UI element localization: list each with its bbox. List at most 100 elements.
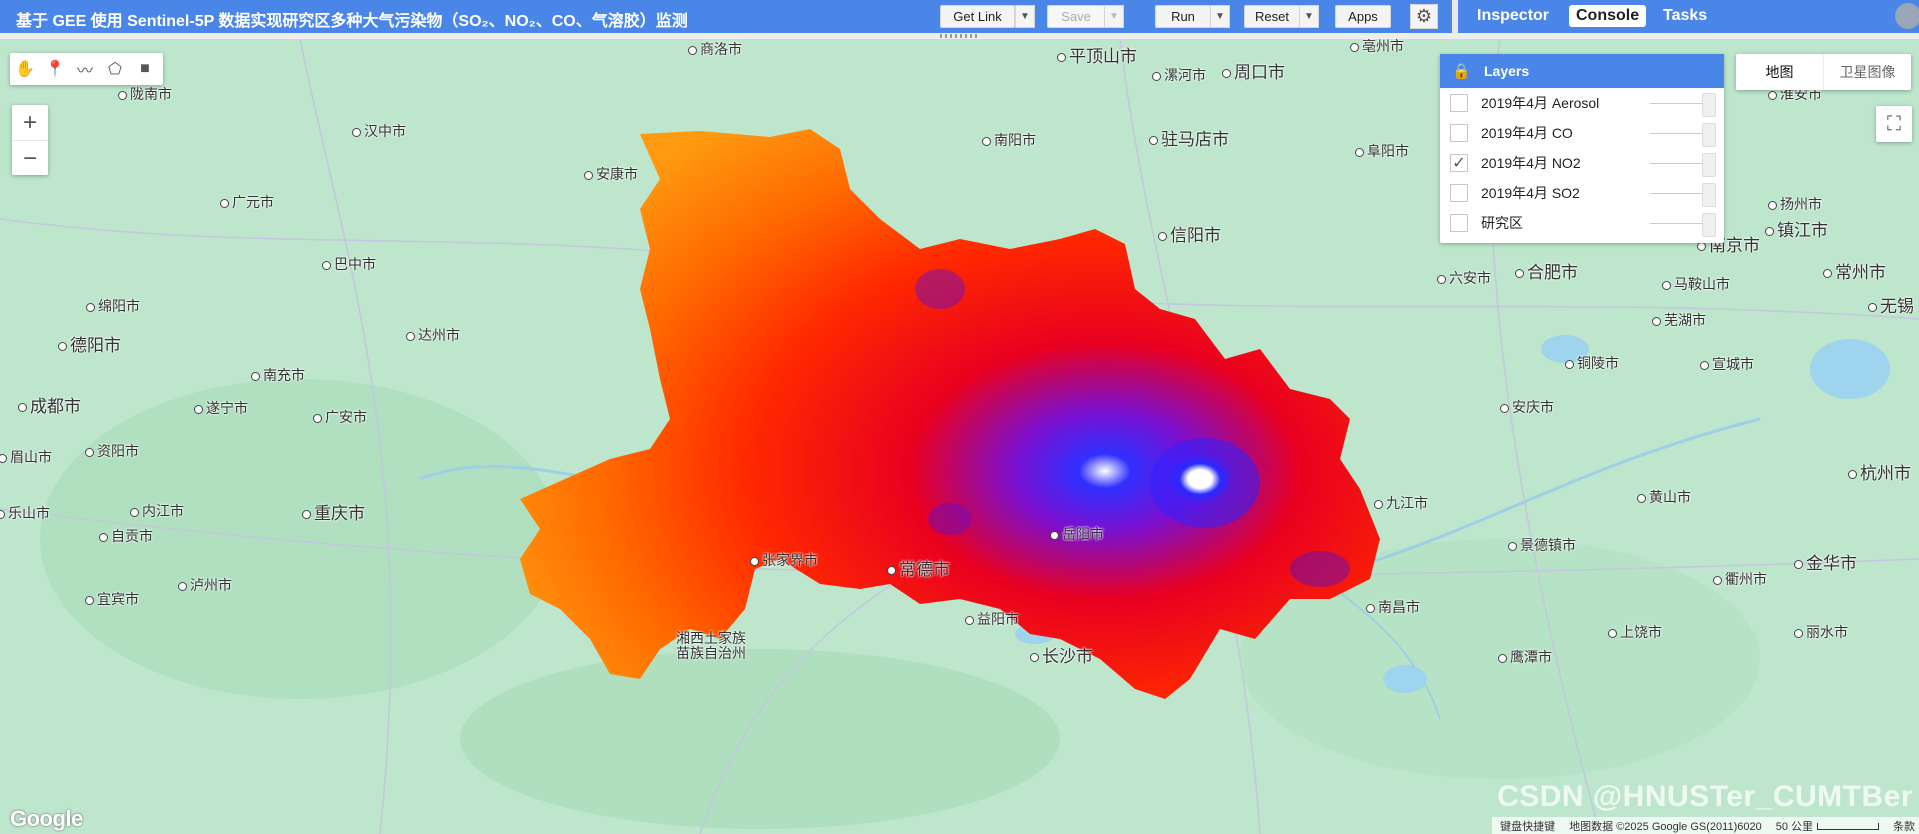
city-label: 长沙市 xyxy=(1030,642,1093,667)
city-label: 重庆市 xyxy=(302,499,365,524)
opacity-slider[interactable] xyxy=(1650,193,1705,194)
right-panel-tabs: Inspector Console Tasks xyxy=(1452,0,1919,33)
map-attribution: 地图数据 ©2025 Google GS(2011)6020 xyxy=(1569,820,1762,833)
map-type-map-button[interactable]: 地图 xyxy=(1736,54,1824,90)
city-label: 眉山市 xyxy=(0,447,52,467)
city-label: 常德市 xyxy=(887,555,950,580)
layers-panel: 🔒 Layers 2019年4月 Aerosol 2019年4月 CO ✓ 20… xyxy=(1440,54,1724,243)
run-button[interactable]: Run xyxy=(1155,5,1211,28)
city-label: 镇江市 xyxy=(1765,216,1828,241)
layer-checkbox[interactable] xyxy=(1450,214,1468,232)
layer-row: 2019年4月 CO xyxy=(1440,118,1724,148)
opacity-slider[interactable] xyxy=(1650,103,1705,104)
opacity-slider-thumb[interactable] xyxy=(1702,123,1716,147)
city-label: 驻马店市 xyxy=(1149,125,1229,150)
city-label: 南昌市 xyxy=(1366,597,1420,617)
scale-indicator: 50 公里 xyxy=(1776,818,1879,834)
city-label: 成都市 xyxy=(18,392,81,417)
reset-button[interactable]: Reset xyxy=(1244,5,1300,28)
layer-checkbox[interactable] xyxy=(1450,124,1468,142)
city-label: 安庆市 xyxy=(1500,397,1554,417)
terms-link[interactable]: 条款 xyxy=(1893,818,1915,834)
get-link-dropdown-icon[interactable]: ▼ xyxy=(1015,5,1035,28)
layers-header[interactable]: 🔒 Layers xyxy=(1440,54,1724,88)
hand-icon[interactable]: ✋ xyxy=(10,53,40,85)
drawing-tools: ✋ 📍 〰 ⬠ ■ xyxy=(10,53,163,85)
zoom-in-button[interactable]: + xyxy=(12,105,48,141)
city-label: 亳州市 xyxy=(1350,39,1404,56)
lock-icon[interactable]: 🔒 xyxy=(1452,62,1471,80)
opacity-slider[interactable] xyxy=(1650,223,1705,224)
get-link-button[interactable]: Get Link xyxy=(940,5,1015,28)
city-label: 鹰潭市 xyxy=(1498,647,1552,667)
city-label: 绵阳市 xyxy=(86,296,140,316)
city-label: 德阳市 xyxy=(58,331,121,356)
polygon-icon[interactable]: ⬠ xyxy=(100,53,130,85)
city-label: 陇南市 xyxy=(118,84,172,104)
city-label: 无锡 xyxy=(1868,292,1914,317)
polyline-icon[interactable]: 〰 xyxy=(70,53,100,85)
marker-icon[interactable]: 📍 xyxy=(40,53,70,85)
layer-name: 2019年4月 CO xyxy=(1481,125,1573,141)
city-label: 巴中市 xyxy=(322,254,376,274)
splitter-grip-icon[interactable] xyxy=(940,34,980,38)
city-label: 泸州市 xyxy=(178,575,232,595)
city-label: 商洛市 xyxy=(688,39,742,59)
opacity-slider-thumb[interactable] xyxy=(1702,153,1716,177)
city-label: 达州市 xyxy=(406,325,460,345)
zoom-control: + − xyxy=(12,105,48,175)
layer-checkbox[interactable] xyxy=(1450,184,1468,202)
city-label: 汉中市 xyxy=(352,121,406,141)
city-label: 九江市 xyxy=(1374,493,1428,513)
city-label: 广安市 xyxy=(313,407,367,427)
gear-icon[interactable]: ⚙ xyxy=(1410,4,1438,29)
city-label: 张家界市 xyxy=(750,550,818,570)
city-label: 益阳市 xyxy=(965,609,1019,629)
save-button[interactable]: Save xyxy=(1047,5,1105,28)
opacity-slider[interactable] xyxy=(1650,133,1705,134)
city-label: 资阳市 xyxy=(85,441,139,461)
map-type-satellite-button[interactable]: 卫星图像 xyxy=(1824,54,1911,90)
layers-title: Layers xyxy=(1484,63,1530,79)
city-label: 芜湖市 xyxy=(1652,310,1706,330)
google-logo: Google xyxy=(10,806,83,831)
city-label: 合肥市 xyxy=(1515,258,1578,283)
checkmark-icon: ✓ xyxy=(1452,155,1466,172)
city-label: 六安市 xyxy=(1437,268,1491,288)
city-label: 马鞍山市 xyxy=(1662,274,1730,294)
opacity-slider-thumb[interactable] xyxy=(1702,183,1716,207)
city-label: 平顶山市 xyxy=(1057,42,1137,67)
city-label: 衢州市 xyxy=(1713,569,1767,589)
city-label: 岳阳市 xyxy=(1050,524,1104,544)
script-title: 基于 GEE 使用 Sentinel-5P 数据实现研究区多种大气污染物（SO₂… xyxy=(16,13,688,30)
opacity-slider-thumb[interactable] xyxy=(1702,213,1716,237)
layer-checkbox[interactable]: ✓ xyxy=(1450,154,1468,172)
layer-name: 2019年4月 Aerosol xyxy=(1481,95,1600,111)
run-dropdown-icon[interactable]: ▼ xyxy=(1210,5,1230,28)
apps-button[interactable]: Apps xyxy=(1335,5,1391,28)
city-label: 宣城市 xyxy=(1700,354,1754,374)
city-label: 信阳市 xyxy=(1158,221,1221,246)
city-label: 广元市 xyxy=(220,192,274,212)
tab-tasks[interactable]: Tasks xyxy=(1656,5,1714,27)
tab-inspector[interactable]: Inspector xyxy=(1470,5,1556,27)
city-label: 内江市 xyxy=(130,501,184,521)
keyboard-shortcuts-link[interactable]: 键盘快捷键 xyxy=(1500,818,1555,834)
fullscreen-icon[interactable]: ⛶ xyxy=(1876,106,1912,142)
opacity-slider[interactable] xyxy=(1650,163,1705,164)
avatar[interactable] xyxy=(1895,3,1919,29)
zoom-out-button[interactable]: − xyxy=(12,141,48,176)
map-footer: 键盘快捷键 地图数据 ©2025 Google GS(2011)6020 50 … xyxy=(1492,817,1919,834)
layer-checkbox[interactable] xyxy=(1450,94,1468,112)
save-dropdown-icon[interactable]: ▼ xyxy=(1104,5,1124,28)
tab-console[interactable]: Console xyxy=(1569,5,1647,27)
reset-dropdown-icon[interactable]: ▼ xyxy=(1299,5,1319,28)
city-label: 自贡市 xyxy=(99,526,153,546)
layer-row: 2019年4月 SO2 xyxy=(1440,178,1724,208)
city-label: 阜阳市 xyxy=(1355,141,1409,161)
rectangle-icon[interactable]: ■ xyxy=(130,53,160,85)
city-label: 景德镇市 xyxy=(1508,535,1576,555)
layer-row: ✓ 2019年4月 NO2 xyxy=(1440,148,1724,178)
opacity-slider-thumb[interactable] xyxy=(1702,93,1716,117)
city-label: 苗族自治州 xyxy=(676,645,746,661)
